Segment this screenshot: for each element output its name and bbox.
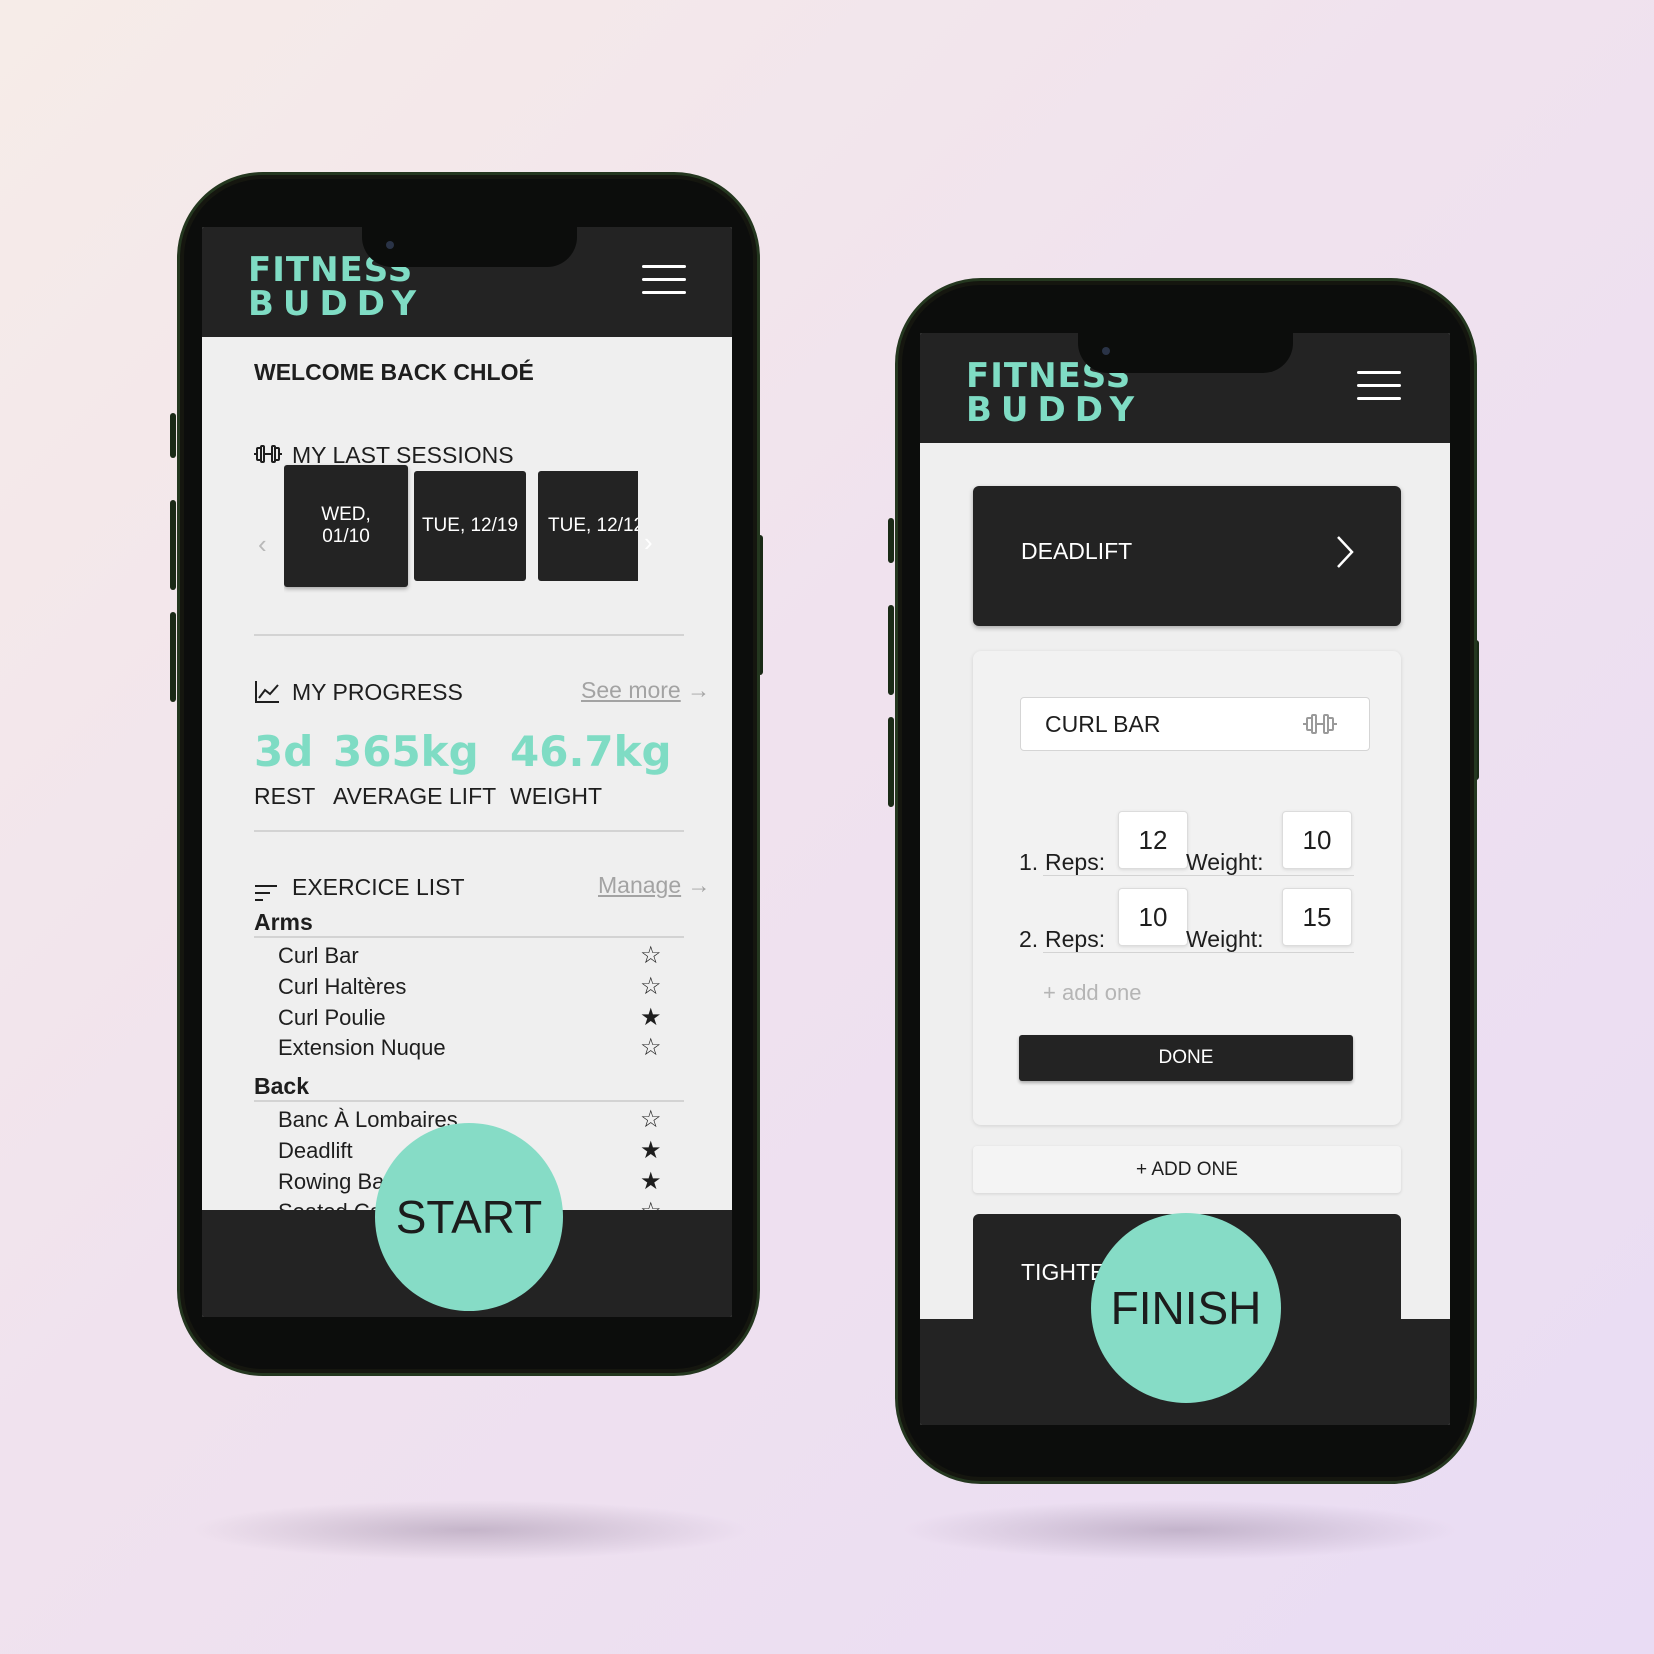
manage-link[interactable]: Manage →	[598, 872, 711, 899]
chevron-right-icon[interactable]	[1335, 534, 1355, 575]
see-more-link[interactable]: See more →	[581, 677, 710, 704]
session-card[interactable]: TUE, 12/19	[414, 471, 526, 581]
phone-side-button	[888, 518, 894, 563]
stat-label: AVERAGE LIFT	[333, 783, 497, 809]
phone-side-button	[170, 500, 176, 590]
reps-input[interactable]: 12	[1118, 811, 1188, 869]
home-screen: FITNESS BUDDY WELCOME BACK CHLOÉ MY LAST…	[202, 227, 732, 1317]
menu-icon[interactable]	[642, 265, 686, 297]
weight-input[interactable]: 15	[1282, 888, 1352, 946]
add-set-link[interactable]: + add one	[1043, 980, 1141, 1006]
phone-side-button	[888, 717, 894, 807]
phone-side-button	[170, 612, 176, 702]
chevron-left-icon[interactable]: ‹	[258, 529, 267, 560]
add-exercise-button[interactable]: + ADD ONE	[973, 1146, 1401, 1193]
phone-left: FITNESS BUDDY WELCOME BACK CHLOÉ MY LAST…	[177, 172, 760, 1376]
divider	[1043, 875, 1354, 876]
divider	[254, 830, 684, 832]
exercise-title: DEADLIFT	[1021, 538, 1133, 564]
divider	[254, 936, 684, 938]
list-item[interactable]: Extension Nuque	[278, 1035, 446, 1061]
set-index: 1.	[1019, 849, 1039, 875]
phone-shadow-left	[190, 1500, 750, 1560]
notch	[1078, 333, 1293, 373]
stat-label: REST	[254, 783, 316, 809]
weight-label: Weight:	[1186, 849, 1264, 875]
stat-value: 365kg	[333, 727, 479, 776]
list-item[interactable]: Curl Bar	[278, 943, 359, 969]
weight-label: Weight:	[1186, 926, 1264, 952]
arrow-right-icon: →	[687, 872, 711, 898]
star-filled-icon[interactable]: ★	[640, 1167, 662, 1196]
exercise-header[interactable]: DEADLIFT	[973, 486, 1401, 626]
stat-value: 3d	[254, 727, 314, 776]
exercise-list-title: EXERCICE LIST	[292, 874, 465, 900]
star-icon[interactable]: ☆	[640, 972, 662, 1001]
session-card[interactable]: WED, 01/10	[284, 465, 408, 587]
reps-input[interactable]: 10	[1118, 888, 1188, 946]
divider	[254, 1100, 684, 1102]
arrow-right-icon: →	[687, 677, 711, 703]
phone-right: FITNESS BUDDY DEADLIFT CURL BAR 1. Reps:	[895, 278, 1477, 1484]
equipment-field[interactable]: CURL BAR	[1020, 697, 1370, 751]
chevron-right-icon[interactable]: ›	[644, 527, 653, 558]
reps-label: Reps:	[1045, 849, 1106, 875]
list-item[interactable]: Banc À Lombaires	[278, 1107, 458, 1133]
list-item[interactable]: Deadlift	[278, 1138, 353, 1164]
phone-side-button	[170, 413, 176, 458]
done-button[interactable]: DONE	[1019, 1035, 1353, 1081]
star-icon[interactable]: ☆	[640, 1105, 662, 1134]
divider	[254, 634, 684, 636]
weight-input[interactable]: 10	[1282, 811, 1352, 869]
group-heading: Back	[254, 1073, 309, 1099]
menu-icon[interactable]	[1357, 371, 1401, 403]
welcome-heading: WELCOME BACK CHLOÉ	[254, 359, 534, 385]
group-heading: Arms	[254, 909, 313, 935]
equipment-label: CURL BAR	[1045, 711, 1161, 737]
notch	[362, 227, 577, 267]
front-camera	[1102, 347, 1110, 355]
dumbbell-icon	[254, 444, 282, 469]
progress-title: MY PROGRESS	[292, 679, 463, 705]
chart-icon	[254, 680, 280, 709]
phone-shadow-right	[900, 1500, 1460, 1560]
stat-value: 46.7kg	[510, 727, 672, 776]
list-item[interactable]: Curl Haltères	[278, 974, 406, 1000]
sessions-carousel: WED, 01/10 TUE, 12/19 TUE, 12/12	[284, 463, 638, 593]
start-button[interactable]: START	[375, 1123, 563, 1311]
dumbbell-icon	[1303, 713, 1337, 740]
front-camera	[386, 241, 394, 249]
phone-side-button	[888, 605, 894, 695]
divider	[1043, 952, 1354, 953]
set-index: 2.	[1019, 926, 1039, 952]
star-filled-icon[interactable]: ★	[640, 1003, 662, 1032]
star-icon[interactable]: ☆	[640, 1033, 662, 1062]
star-filled-icon[interactable]: ★	[640, 1136, 662, 1165]
reps-label: Reps:	[1045, 926, 1106, 952]
star-icon[interactable]: ☆	[640, 941, 662, 970]
finish-button[interactable]: FINISH	[1091, 1213, 1281, 1403]
stat-label: WEIGHT	[510, 783, 602, 809]
workout-screen: FITNESS BUDDY DEADLIFT CURL BAR 1. Reps:	[920, 333, 1450, 1425]
list-icon	[254, 884, 278, 907]
list-item[interactable]: Curl Poulie	[278, 1005, 386, 1031]
session-card[interactable]: TUE, 12/12	[538, 471, 638, 581]
exercise-panel: CURL BAR 1. Reps: 12 Weight: 10 2. Reps:…	[973, 651, 1401, 1125]
